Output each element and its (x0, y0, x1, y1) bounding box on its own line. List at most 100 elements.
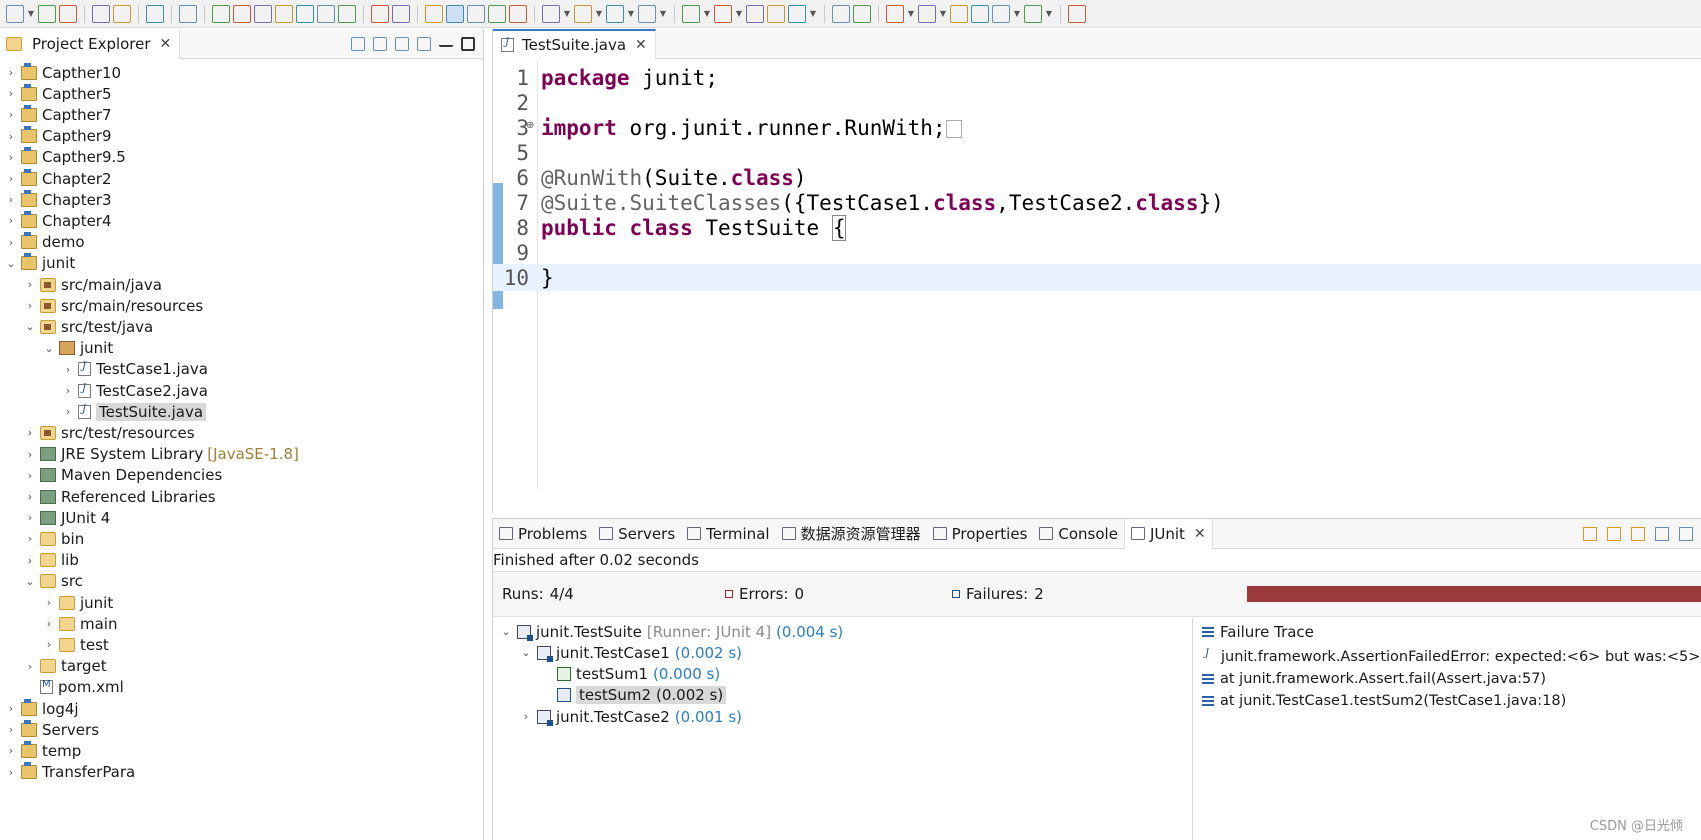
editor-body[interactable]: < 1package junit;23import org.junit.runn… (493, 59, 1701, 540)
chevron-down-icon[interactable]: ⌄ (42, 342, 56, 355)
chevron-right-icon[interactable]: › (4, 702, 18, 715)
terminate-icon[interactable] (254, 4, 272, 23)
tab-console[interactable]: Console (1033, 519, 1124, 549)
tab-datasource[interactable]: 数据源资源管理器 (776, 519, 927, 549)
chevron-right-icon[interactable]: › (4, 723, 18, 736)
dropdown-arrow-icon[interactable]: ▼ (939, 5, 947, 23)
test-tree-item[interactable]: testSum1 (0.000 s) (539, 663, 720, 686)
code-line[interactable]: 10} (493, 264, 1701, 291)
tree-item[interactable]: › log4j (4, 697, 79, 720)
debug-icon[interactable] (542, 4, 560, 23)
tree-item[interactable]: › Chapter4 (4, 209, 112, 232)
link-with-editor-icon[interactable] (373, 36, 387, 51)
show-whitespace-icon[interactable] (509, 4, 527, 23)
chevron-right-icon[interactable]: › (42, 638, 56, 651)
undo-icon[interactable] (92, 4, 110, 23)
tree-item[interactable]: › Capther9.5 (4, 146, 126, 169)
save-icon[interactable] (38, 4, 56, 23)
chevron-right-icon[interactable]: › (61, 384, 75, 397)
close-icon[interactable]: ✕ (1194, 526, 1206, 542)
new-server-icon[interactable] (682, 4, 700, 23)
code-line[interactable]: 2 (493, 89, 1701, 116)
chevron-right-icon[interactable]: › (4, 87, 18, 100)
dropdown-arrow-icon[interactable]: ▼ (907, 5, 915, 23)
dropdown-arrow-icon[interactable]: ▼ (27, 5, 35, 23)
chevron-right-icon[interactable]: › (23, 426, 37, 439)
tree-item[interactable]: › Referenced Libraries (23, 485, 216, 508)
tree-item[interactable]: › lib (23, 549, 79, 572)
dropdown-arrow-icon[interactable]: ▼ (659, 5, 667, 23)
tree-item[interactable]: › Capther9 (4, 125, 112, 148)
chevron-right-icon[interactable]: › (4, 214, 18, 227)
trace-line[interactable]: junit.framework.AssertionFailedError: ex… (1202, 646, 1700, 668)
step-over-icon[interactable] (317, 4, 335, 23)
last-edit-icon[interactable] (950, 4, 968, 23)
pin-editor-icon[interactable] (1068, 4, 1086, 23)
dropdown-arrow-icon[interactable]: ▼ (595, 5, 603, 23)
tree-item[interactable]: › temp (4, 739, 81, 762)
chevron-right-icon[interactable]: › (4, 108, 18, 121)
minimize-icon[interactable] (439, 41, 453, 47)
tree-item[interactable]: pom.xml (23, 676, 124, 699)
suspend-icon[interactable] (233, 4, 251, 23)
tree-item[interactable]: › Capther7 (4, 103, 112, 126)
tree-item[interactable]: › Capther5 (4, 82, 112, 105)
chevron-down-icon[interactable]: ⌄ (23, 320, 37, 333)
chevron-right-icon[interactable]: › (61, 405, 75, 418)
tree-item[interactable]: › Servers (4, 718, 99, 741)
next-failure-icon[interactable] (1583, 526, 1597, 541)
coverage-icon[interactable] (606, 4, 624, 23)
chevron-right-icon[interactable]: › (519, 710, 533, 723)
dropdown-arrow-icon[interactable]: ▼ (627, 5, 635, 23)
fold-expand-icon[interactable]: ⊕ (526, 120, 534, 131)
test-tree-item[interactable]: › junit.TestCase2 (0.001 s) (519, 705, 742, 728)
dropdown-arrow-icon[interactable]: ▼ (735, 5, 743, 23)
chevron-down-icon[interactable]: ⌄ (499, 625, 513, 638)
view-menu-icon[interactable] (417, 36, 431, 51)
maximize-icon[interactable] (461, 36, 475, 51)
chevron-right-icon[interactable]: › (4, 193, 18, 206)
word-wrap-icon[interactable] (488, 4, 506, 23)
chevron-right-icon[interactable]: › (23, 278, 37, 291)
tab-properties[interactable]: Properties (927, 519, 1034, 549)
chevron-right-icon[interactable]: › (4, 151, 18, 164)
step-return-icon[interactable] (338, 4, 356, 23)
chevron-right-icon[interactable]: › (4, 766, 18, 779)
tree-item[interactable]: › Chapter3 (4, 188, 112, 211)
search-icon[interactable] (788, 4, 806, 23)
save-all-icon[interactable] (59, 4, 77, 23)
filter-icon[interactable] (395, 36, 409, 51)
collapse-all-icon[interactable] (351, 36, 365, 51)
search-web-icon[interactable] (853, 4, 871, 23)
dropdown-arrow-icon[interactable]: ▼ (1045, 5, 1053, 23)
tree-item[interactable]: › test (42, 633, 109, 656)
chevron-right-icon[interactable]: › (61, 363, 75, 376)
chevron-right-icon[interactable]: › (4, 130, 18, 143)
test-tree-item[interactable]: testSum2 (0.002 s) (539, 684, 727, 707)
chevron-right-icon[interactable]: › (42, 617, 56, 630)
chevron-right-icon[interactable]: › (23, 660, 37, 673)
mark-occurrences-icon[interactable] (425, 4, 443, 23)
chevron-right-icon[interactable]: › (23, 532, 37, 545)
chevron-right-icon[interactable]: › (4, 236, 18, 249)
dropdown-arrow-icon[interactable]: ▼ (1013, 5, 1021, 23)
dropdown-arrow-icon[interactable]: ▼ (809, 5, 817, 23)
resume-icon[interactable] (212, 4, 230, 23)
tree-item[interactable]: ⌄ src (23, 570, 83, 593)
code-line[interactable]: 7 @Suite.SuiteClasses({TestCase1.class,Te… (493, 189, 1701, 216)
tab-junit[interactable]: JUnit ✕ (1123, 518, 1213, 549)
tree-item[interactable]: › bin (23, 527, 84, 550)
disconnect-icon[interactable] (275, 4, 293, 23)
tree-item[interactable]: › Capther10 (4, 61, 121, 84)
chevron-right-icon[interactable]: › (4, 744, 18, 757)
chevron-down-icon[interactable]: ⌄ (519, 646, 533, 659)
code-line[interactable]: 6 @RunWith(Suite.class) (493, 164, 1701, 191)
chevron-right-icon[interactable]: › (23, 511, 37, 524)
chevron-down-icon[interactable]: ⌄ (23, 575, 37, 588)
tree-item[interactable]: ⌄ junit (42, 337, 113, 360)
tree-item[interactable]: › junit (42, 591, 113, 614)
toggle-edit-icon[interactable] (467, 4, 485, 23)
new-icon[interactable] (6, 4, 24, 23)
tree-item[interactable]: › src/main/java (23, 273, 162, 296)
tree-item[interactable]: › demo (4, 231, 85, 254)
